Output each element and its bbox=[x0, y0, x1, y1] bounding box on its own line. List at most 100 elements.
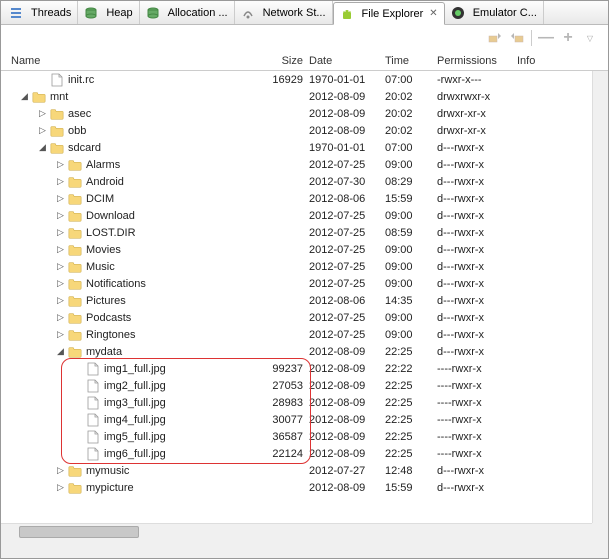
time-cell: 20:02 bbox=[385, 108, 437, 120]
time-cell: 09:00 bbox=[385, 329, 437, 341]
time-cell: 09:00 bbox=[385, 244, 437, 256]
col-size[interactable]: Size bbox=[261, 55, 309, 67]
file-row[interactable]: img6_full.jpg221242012-08-0922:25----rwx… bbox=[1, 445, 608, 462]
date-cell: 2012-07-25 bbox=[309, 312, 385, 324]
file-row[interactable]: img3_full.jpg289832012-08-0922:25----rwx… bbox=[1, 394, 608, 411]
tab-allocation-[interactable]: Allocation ... bbox=[140, 1, 235, 24]
tab-threads[interactable]: Threads bbox=[3, 1, 78, 24]
expander-icon[interactable]: ▷ bbox=[55, 295, 66, 306]
folder-row[interactable]: ▷Pictures2012-08-0614:35d---rwxr-x bbox=[1, 292, 608, 309]
item-name: Movies bbox=[86, 244, 121, 256]
folder-row[interactable]: ◢mydata2012-08-0922:25d---rwxr-x bbox=[1, 343, 608, 360]
file-row[interactable]: img2_full.jpg270532012-08-0922:25----rwx… bbox=[1, 377, 608, 394]
time-cell: 22:25 bbox=[385, 431, 437, 443]
tab-network-st-[interactable]: Network St... bbox=[235, 1, 333, 24]
col-info[interactable]: Info bbox=[517, 55, 608, 67]
expander-icon[interactable]: ▷ bbox=[55, 159, 66, 170]
folder-row[interactable]: ▷Alarms2012-07-2509:00d---rwxr-x bbox=[1, 156, 608, 173]
col-time[interactable]: Time bbox=[385, 55, 437, 67]
expander-icon bbox=[73, 397, 84, 408]
date-cell: 2012-07-25 bbox=[309, 210, 385, 222]
date-cell: 2012-07-25 bbox=[309, 329, 385, 341]
folder-row[interactable]: ▷Podcasts2012-07-2509:00d---rwxr-x bbox=[1, 309, 608, 326]
tab-file-explorer[interactable]: File Explorer✕ bbox=[333, 2, 445, 25]
folder-row[interactable]: ◢sdcard1970-01-0107:00d---rwxr-x bbox=[1, 139, 608, 156]
perm-cell: drwxrwxr-x bbox=[437, 91, 517, 103]
pull-icon[interactable] bbox=[487, 30, 503, 46]
tab-emulator-c-[interactable]: Emulator C... bbox=[445, 1, 544, 24]
perm-cell: ----rwxr-x bbox=[437, 397, 517, 409]
date-cell: 2012-08-09 bbox=[309, 108, 385, 120]
expander-icon[interactable]: ▷ bbox=[55, 312, 66, 323]
expander-icon[interactable]: ▷ bbox=[55, 227, 66, 238]
folder-row[interactable]: ▷Music2012-07-2509:00d---rwxr-x bbox=[1, 258, 608, 275]
col-name[interactable]: Name bbox=[1, 55, 261, 67]
folder-row[interactable]: ▷asec2012-08-0920:02drwxr-xr-x bbox=[1, 105, 608, 122]
perm-cell: ----rwxr-x bbox=[437, 363, 517, 375]
horizontal-scrollbar[interactable] bbox=[1, 523, 592, 539]
file-icon bbox=[86, 413, 100, 427]
item-name: mypicture bbox=[86, 482, 134, 494]
time-cell: 09:00 bbox=[385, 312, 437, 324]
menu-icon[interactable]: ▽ bbox=[582, 30, 598, 46]
folder-icon bbox=[68, 243, 82, 257]
folder-row[interactable]: ▷mypicture2012-08-0915:59d---rwxr-x bbox=[1, 479, 608, 496]
file-row[interactable]: img4_full.jpg300772012-08-0922:25----rwx… bbox=[1, 411, 608, 428]
time-cell: 22:25 bbox=[385, 397, 437, 409]
push-icon[interactable] bbox=[509, 30, 525, 46]
folder-row[interactable]: ▷Notifications2012-07-2509:00d---rwxr-x bbox=[1, 275, 608, 292]
file-row[interactable]: init.rc169291970-01-0107:00-rwxr-x--- bbox=[1, 71, 608, 88]
expander-icon[interactable]: ◢ bbox=[37, 142, 48, 153]
android-icon bbox=[340, 7, 354, 21]
perm-cell: d---rwxr-x bbox=[437, 278, 517, 290]
expander-icon[interactable]: ▷ bbox=[55, 482, 66, 493]
expander-icon[interactable]: ◢ bbox=[19, 91, 30, 102]
item-name: Alarms bbox=[86, 159, 120, 171]
folder-icon bbox=[50, 124, 64, 138]
expander-icon[interactable]: ▷ bbox=[37, 125, 48, 136]
time-cell: 07:00 bbox=[385, 142, 437, 154]
folder-row[interactable]: ◢mnt2012-08-0920:02drwxrwxr-x bbox=[1, 88, 608, 105]
expander-icon[interactable]: ▷ bbox=[55, 278, 66, 289]
folder-row[interactable]: ▷mymusic2012-07-2712:48d---rwxr-x bbox=[1, 462, 608, 479]
item-name: img5_full.jpg bbox=[104, 431, 166, 443]
perm-cell: d---rwxr-x bbox=[437, 295, 517, 307]
delete-icon[interactable]: — bbox=[538, 30, 554, 46]
time-cell: 07:00 bbox=[385, 74, 437, 86]
col-permissions[interactable]: Permissions bbox=[437, 55, 517, 67]
folder-row[interactable]: ▷DCIM2012-08-0615:59d---rwxr-x bbox=[1, 190, 608, 207]
folder-icon bbox=[50, 107, 64, 121]
tab-heap[interactable]: Heap bbox=[78, 1, 139, 24]
file-row[interactable]: img5_full.jpg365872012-08-0922:25----rwx… bbox=[1, 428, 608, 445]
folder-row[interactable]: ▷LOST.DIR2012-07-2508:59d---rwxr-x bbox=[1, 224, 608, 241]
expander-icon[interactable]: ▷ bbox=[55, 210, 66, 221]
date-cell: 2012-08-09 bbox=[309, 414, 385, 426]
item-name: mydata bbox=[86, 346, 122, 358]
expander-icon[interactable]: ▷ bbox=[37, 108, 48, 119]
folder-row[interactable]: ▷Ringtones2012-07-2509:00d---rwxr-x bbox=[1, 326, 608, 343]
tab-bar: ThreadsHeapAllocation ...Network St...Fi… bbox=[1, 1, 608, 25]
expander-icon[interactable]: ▷ bbox=[55, 261, 66, 272]
file-icon bbox=[86, 396, 100, 410]
file-row[interactable]: img1_full.jpg992372012-08-0922:22----rwx… bbox=[1, 360, 608, 377]
add-icon[interactable]: + bbox=[560, 30, 576, 46]
col-date[interactable]: Date bbox=[309, 55, 385, 67]
emu-icon bbox=[451, 6, 465, 20]
expander-icon[interactable]: ▷ bbox=[55, 244, 66, 255]
folder-row[interactable]: ▷Android2012-07-3008:29d---rwxr-x bbox=[1, 173, 608, 190]
expander-icon[interactable]: ▷ bbox=[55, 329, 66, 340]
time-cell: 09:00 bbox=[385, 278, 437, 290]
expander-icon[interactable]: ▷ bbox=[55, 193, 66, 204]
expander-icon[interactable]: ▷ bbox=[55, 176, 66, 187]
expander-icon[interactable]: ◢ bbox=[55, 346, 66, 357]
folder-row[interactable]: ▷Movies2012-07-2509:00d---rwxr-x bbox=[1, 241, 608, 258]
column-header: Name Size Date Time Permissions Info bbox=[1, 51, 608, 71]
vertical-scrollbar[interactable] bbox=[592, 71, 608, 523]
date-cell: 2012-08-09 bbox=[309, 125, 385, 137]
folder-row[interactable]: ▷Download2012-07-2509:00d---rwxr-x bbox=[1, 207, 608, 224]
close-icon[interactable]: ✕ bbox=[429, 8, 437, 19]
item-name: mymusic bbox=[86, 465, 129, 477]
expander-icon[interactable]: ▷ bbox=[55, 465, 66, 476]
item-name: LOST.DIR bbox=[86, 227, 136, 239]
folder-row[interactable]: ▷obb2012-08-0920:02drwxr-xr-x bbox=[1, 122, 608, 139]
